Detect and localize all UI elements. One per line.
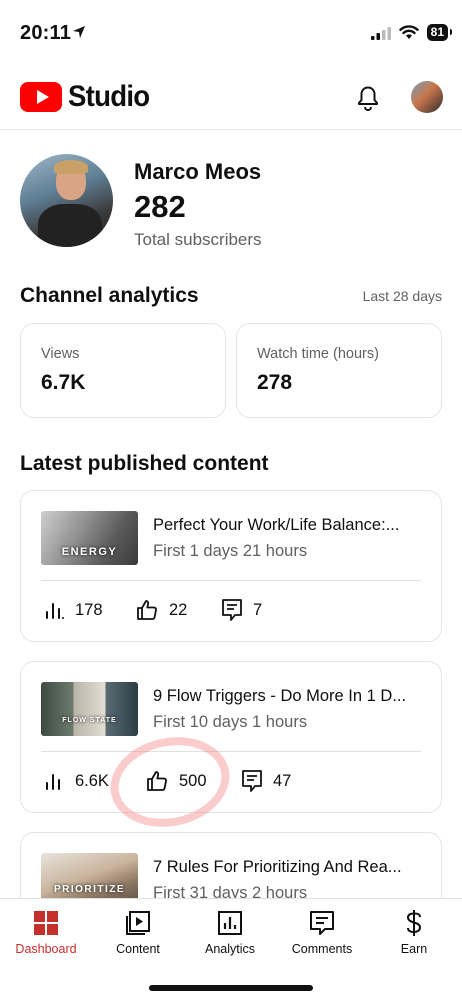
comment-icon: [242, 770, 262, 792]
nav-item-content[interactable]: Content: [92, 909, 184, 956]
comments-metric: 7: [221, 597, 262, 623]
thumbnail-text: ENERGY: [61, 546, 118, 558]
views-metric: 178: [45, 597, 103, 623]
comments-icon: [310, 911, 334, 935]
status-time: 20:11: [20, 22, 72, 44]
video-period: First 10 days 1 hours: [153, 713, 308, 731]
watch-time-card[interactable]: Watch time (hours) 278: [236, 323, 442, 418]
views-label: Views: [41, 346, 80, 362]
video-title: Perfect Your Work/Life Balance:...: [153, 516, 400, 534]
youtube-play-logo-icon: [20, 82, 62, 112]
notifications-bell-icon[interactable]: [354, 82, 382, 112]
channel-analytics-header: Channel analytics Last 28 days: [20, 284, 442, 308]
bar-chart-icon: [46, 774, 60, 790]
nav-label: Comments: [291, 942, 353, 956]
status-bar: 20:11 81: [0, 0, 462, 64]
nav-item-analytics[interactable]: Analytics: [184, 909, 276, 956]
comments-count: 7: [253, 600, 263, 619]
watch-time-value: 278: [257, 371, 293, 394]
views-card[interactable]: Views 6.7K: [20, 323, 226, 418]
content-card[interactable]: FLOW STATE 9 Flow Triggers - Do More In …: [20, 661, 442, 813]
video-title: 9 Flow Triggers - Do More In 1 D...: [153, 687, 407, 705]
views-metric: 6.6K: [45, 768, 109, 794]
thumbnail-text: PRIORITIZE: [53, 884, 126, 895]
analytics-period: Last 28 days: [362, 288, 442, 304]
views-count: 6.6K: [75, 771, 109, 790]
comments-count: 47: [273, 771, 292, 790]
nav-label: Content: [116, 942, 160, 956]
dashboard-icon: [34, 911, 58, 935]
comments-metric: 47: [241, 768, 291, 794]
nav-label: Dashboard: [15, 942, 77, 956]
location-arrow-icon: [73, 26, 85, 38]
likes-count: 500: [179, 771, 207, 790]
home-indicator: [149, 985, 313, 991]
nav-label: Earn: [400, 942, 428, 956]
nav-item-earn[interactable]: Earn: [368, 909, 460, 956]
section-title-latest: Latest published content: [20, 452, 269, 475]
video-thumbnail: ENERGY: [41, 511, 138, 565]
video-period: First 1 days 21 hours: [153, 542, 308, 560]
views-value: 6.7K: [41, 371, 86, 394]
video-thumbnail: FLOW STATE: [41, 682, 138, 736]
wifi-icon: [398, 25, 419, 39]
bar-chart-icon: [46, 603, 64, 619]
card-divider: [41, 751, 421, 752]
nav-item-comments[interactable]: Comments: [276, 909, 368, 956]
channel-avatar: [20, 154, 113, 247]
status-indicators: 81: [370, 24, 453, 41]
nav-label: Analytics: [204, 942, 256, 956]
subscriber-label: Total subscribers: [134, 230, 262, 249]
channel-profile: Marco Meos 282 Total subscribers: [20, 154, 440, 254]
content-card[interactable]: ENERGY Perfect Your Work/Life Balance:..…: [20, 490, 442, 642]
dollar-icon: [406, 910, 422, 936]
logo-wordmark: Studio: [68, 80, 150, 113]
app-header: Studio: [0, 64, 462, 130]
likes-metric: 22: [135, 597, 187, 623]
thumbs-up-icon: [147, 771, 167, 791]
views-count: 178: [75, 600, 103, 619]
thumbs-up-icon: [137, 600, 157, 620]
likes-count: 22: [169, 600, 188, 619]
content-icon: [126, 911, 150, 935]
video-title: 7 Rules For Prioritizing And Rea...: [153, 858, 402, 876]
thumbnail-text: FLOW STATE: [62, 717, 117, 724]
card-divider: [41, 580, 421, 581]
nav-item-dashboard[interactable]: Dashboard: [0, 909, 92, 956]
account-avatar[interactable]: [411, 81, 443, 113]
cellular-signal-icon: [370, 26, 391, 40]
watch-time-label: Watch time (hours): [257, 346, 379, 362]
likes-metric: 500: [145, 768, 207, 794]
youtube-studio-logo[interactable]: Studio: [20, 80, 157, 114]
comment-icon: [222, 599, 242, 621]
subscriber-count: 282: [134, 189, 186, 224]
battery-indicator: 81: [426, 24, 453, 41]
analytics-icon: [218, 911, 242, 935]
latest-content-header: Latest published content: [20, 452, 442, 476]
channel-name: Marco Meos: [134, 159, 262, 184]
